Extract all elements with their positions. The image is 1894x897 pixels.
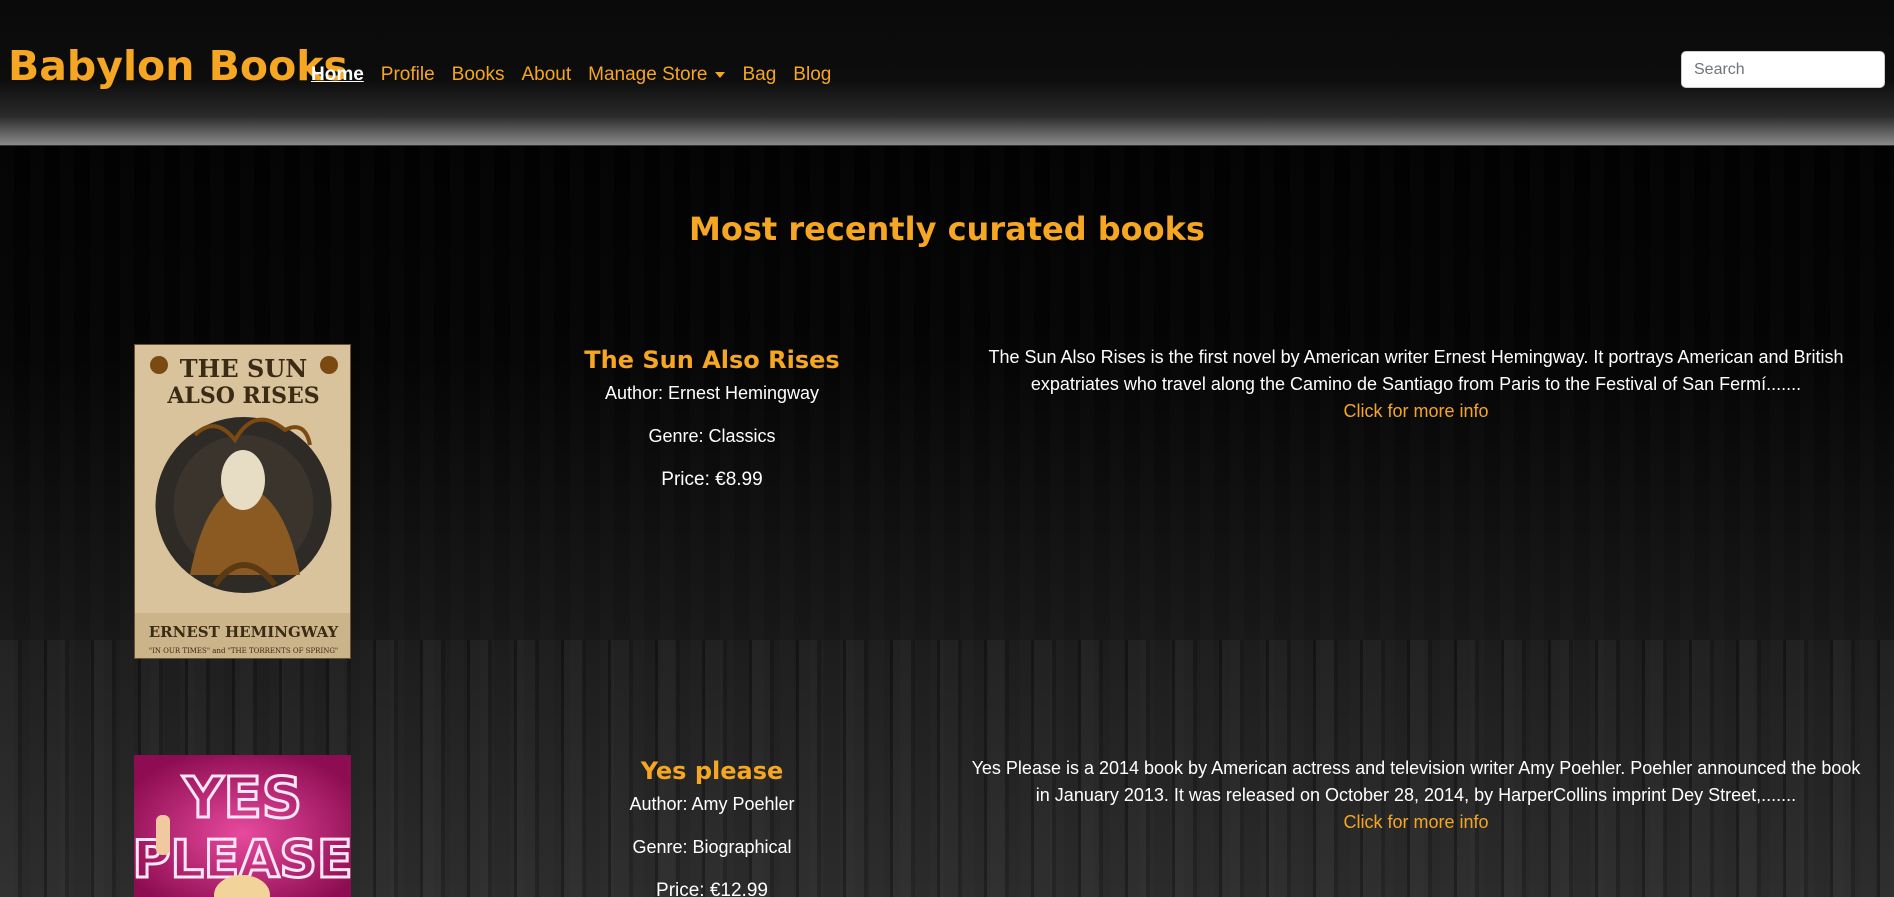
book-price: Price: €8.99 bbox=[661, 469, 763, 490]
nav-about[interactable]: About bbox=[521, 64, 571, 86]
nav-blog[interactable]: Blog bbox=[793, 64, 831, 86]
brand-logo[interactable]: Babylon Books bbox=[8, 42, 348, 90]
book-price: Price: €12.99 bbox=[656, 880, 768, 897]
svg-text:ALSO RISES: ALSO RISES bbox=[166, 383, 319, 409]
book-author: Author: Amy Poehler bbox=[629, 794, 795, 814]
svg-text:ERNEST HEMINGWAY: ERNEST HEMINGWAY bbox=[149, 623, 339, 641]
book-author: Author: Ernest Hemingway bbox=[604, 383, 820, 403]
nav-home[interactable]: Home bbox=[311, 64, 364, 86]
sun-also-rises-cover-art: THE SUN ALSO RISES ERNEST HEMINGWAY "IN … bbox=[135, 345, 350, 658]
book-description-text: The Sun Also Rises is the first novel by… bbox=[988, 347, 1844, 394]
caret-down-icon bbox=[715, 71, 726, 78]
search-input[interactable] bbox=[1681, 51, 1885, 88]
yes-please-cover-art: YES PLEASE bbox=[134, 755, 351, 897]
book-info: The Sun Also Rises Author: Ernest Heming… bbox=[562, 346, 862, 491]
book-genre: Genre: Biographical bbox=[632, 837, 792, 857]
nav-manage-store-dropdown[interactable]: Manage Store bbox=[588, 64, 726, 86]
section-title: Most recently curated books bbox=[689, 210, 1205, 248]
book-title[interactable]: Yes please bbox=[562, 757, 862, 785]
nav-links: Home Profile Books About Manage Store Ba… bbox=[311, 64, 848, 86]
book-cover-image[interactable]: YES PLEASE bbox=[134, 755, 351, 897]
book-description-text: Yes Please is a 2014 book by American ac… bbox=[971, 758, 1861, 805]
nav-bag[interactable]: Bag bbox=[742, 64, 776, 86]
svg-text:YES: YES bbox=[182, 766, 302, 831]
book-description: Yes Please is a 2014 book by American ac… bbox=[966, 755, 1866, 836]
navbar: Babylon Books Home Profile Books About M… bbox=[0, 0, 1894, 146]
nav-manage-store-label: Manage Store bbox=[588, 64, 708, 85]
nav-profile[interactable]: Profile bbox=[381, 64, 435, 86]
book-genre: Genre: Classics bbox=[648, 426, 776, 446]
more-info-link[interactable]: Click for more info bbox=[966, 398, 1866, 425]
nav-books[interactable]: Books bbox=[452, 64, 505, 86]
svg-text:"IN OUR TIMES" and "THE TORREN: "IN OUR TIMES" and "THE TORRENTS OF SPRI… bbox=[149, 647, 338, 655]
page: Babylon Books Home Profile Books About M… bbox=[0, 0, 1894, 897]
book-cover-image[interactable]: THE SUN ALSO RISES ERNEST HEMINGWAY "IN … bbox=[134, 344, 351, 659]
book-description: The Sun Also Rises is the first novel by… bbox=[966, 344, 1866, 425]
svg-text:THE SUN: THE SUN bbox=[180, 354, 307, 383]
book-title[interactable]: The Sun Also Rises bbox=[562, 346, 862, 374]
book-info: Yes please Author: Amy Poehler Genre: Bi… bbox=[562, 757, 862, 897]
more-info-link[interactable]: Click for more info bbox=[966, 809, 1866, 836]
